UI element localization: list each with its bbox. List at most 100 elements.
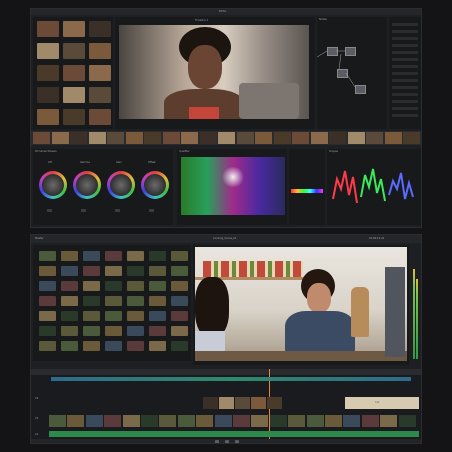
- v1-clip[interactable]: [196, 415, 214, 427]
- wheel-btn-2[interactable]: [81, 209, 86, 212]
- media-clip[interactable]: [171, 311, 188, 321]
- v1-clip[interactable]: [177, 415, 195, 427]
- media-clip[interactable]: [83, 311, 100, 321]
- settings-row[interactable]: [392, 23, 418, 26]
- media-clip[interactable]: [39, 311, 56, 321]
- media-clip[interactable]: [105, 296, 122, 306]
- settings-row[interactable]: [392, 79, 418, 82]
- v2-clip[interactable]: [203, 397, 218, 409]
- media-clip[interactable]: [39, 326, 56, 336]
- v2-clip[interactable]: [251, 397, 266, 409]
- v1-clip[interactable]: [306, 415, 324, 427]
- media-clip[interactable]: [83, 251, 100, 261]
- gallery-still[interactable]: [89, 21, 111, 37]
- settings-row[interactable]: [392, 51, 418, 54]
- offset-wheel[interactable]: [141, 171, 169, 199]
- v1-clip[interactable]: [343, 415, 361, 427]
- gallery-still[interactable]: [37, 65, 59, 81]
- settings-row[interactable]: [392, 100, 418, 103]
- settings-row[interactable]: [392, 72, 418, 75]
- media-clip[interactable]: [127, 281, 144, 291]
- gallery-still[interactable]: [89, 109, 111, 125]
- v1-clip[interactable]: [251, 415, 269, 427]
- media-clip[interactable]: [105, 281, 122, 291]
- media-clip[interactable]: [171, 251, 188, 261]
- gallery-still[interactable]: [37, 21, 59, 37]
- gallery-still[interactable]: [37, 109, 59, 125]
- settings-row[interactable]: [392, 86, 418, 89]
- media-clip[interactable]: [149, 326, 166, 336]
- v2-clip[interactable]: [219, 397, 234, 409]
- gain-wheel[interactable]: [107, 171, 135, 199]
- gallery-still[interactable]: [37, 43, 59, 59]
- gallery-still[interactable]: [89, 43, 111, 59]
- wheel-btn-1[interactable]: [47, 209, 52, 212]
- clip-thumbnail[interactable]: [366, 132, 383, 144]
- gallery-still[interactable]: [63, 87, 85, 103]
- settings-row[interactable]: [392, 114, 418, 117]
- wheel-btn-4[interactable]: [149, 209, 154, 212]
- title-clip[interactable]: Cut: [345, 397, 419, 409]
- media-clip[interactable]: [171, 296, 188, 306]
- clip-thumbnail[interactable]: [255, 132, 272, 144]
- v1-clip[interactable]: [214, 415, 232, 427]
- v1-clip[interactable]: [67, 415, 85, 427]
- stop-icon[interactable]: [225, 440, 229, 443]
- v1-clip[interactable]: [269, 415, 287, 427]
- media-clip[interactable]: [149, 266, 166, 276]
- gallery-still[interactable]: [63, 43, 85, 59]
- media-clip[interactable]: [149, 311, 166, 321]
- media-clip[interactable]: [61, 341, 78, 351]
- clip-thumbnail[interactable]: [273, 132, 291, 144]
- media-clip[interactable]: [61, 296, 78, 306]
- v2-clip[interactable]: [235, 397, 250, 409]
- v1-clip[interactable]: [104, 415, 122, 427]
- media-clip[interactable]: [105, 341, 122, 351]
- gallery-still[interactable]: [37, 87, 59, 103]
- media-clip[interactable]: [39, 341, 56, 351]
- v1-clip[interactable]: [122, 415, 140, 427]
- media-clip[interactable]: [61, 281, 78, 291]
- media-clip[interactable]: [39, 266, 56, 276]
- media-clip[interactable]: [127, 266, 144, 276]
- media-clip[interactable]: [61, 326, 78, 336]
- media-clip[interactable]: [39, 251, 56, 261]
- media-clip[interactable]: [83, 266, 100, 276]
- v2-clip[interactable]: [267, 397, 282, 409]
- clip-thumbnail[interactable]: [70, 132, 87, 144]
- clip-thumbnail[interactable]: [144, 132, 161, 144]
- settings-row[interactable]: [392, 93, 418, 96]
- gallery-still[interactable]: [63, 21, 85, 37]
- clip-thumbnail[interactable]: [107, 132, 124, 144]
- clip-thumbnail[interactable]: [218, 132, 235, 144]
- settings-row[interactable]: [392, 58, 418, 61]
- media-clip[interactable]: [39, 296, 56, 306]
- gallery-still[interactable]: [63, 65, 85, 81]
- play-icon[interactable]: [215, 440, 219, 443]
- settings-row[interactable]: [392, 44, 418, 47]
- clip-thumbnail[interactable]: [181, 132, 198, 144]
- settings-row[interactable]: [392, 37, 418, 40]
- clip-thumbnail[interactable]: [33, 132, 50, 144]
- hue-square[interactable]: [181, 157, 285, 215]
- media-clip[interactable]: [149, 341, 166, 351]
- media-clip[interactable]: [127, 341, 144, 351]
- media-clip[interactable]: [127, 251, 144, 261]
- media-clip[interactable]: [61, 251, 78, 261]
- gamma-wheel[interactable]: [73, 171, 101, 199]
- v1-clip[interactable]: [233, 415, 250, 427]
- clip-thumbnail[interactable]: [51, 132, 69, 144]
- media-clip[interactable]: [149, 296, 166, 306]
- media-clip[interactable]: [61, 311, 78, 321]
- media-clip[interactable]: [149, 281, 166, 291]
- settings-row[interactable]: [392, 30, 418, 33]
- clip-thumbnail[interactable]: [347, 132, 365, 144]
- settings-row[interactable]: [392, 65, 418, 68]
- v1-clip[interactable]: [85, 415, 103, 427]
- media-clip[interactable]: [83, 281, 100, 291]
- wheel-btn-3[interactable]: [115, 209, 120, 212]
- media-clip[interactable]: [171, 281, 188, 291]
- v1-clip[interactable]: [380, 415, 398, 427]
- media-clip[interactable]: [83, 326, 100, 336]
- media-clip[interactable]: [127, 326, 144, 336]
